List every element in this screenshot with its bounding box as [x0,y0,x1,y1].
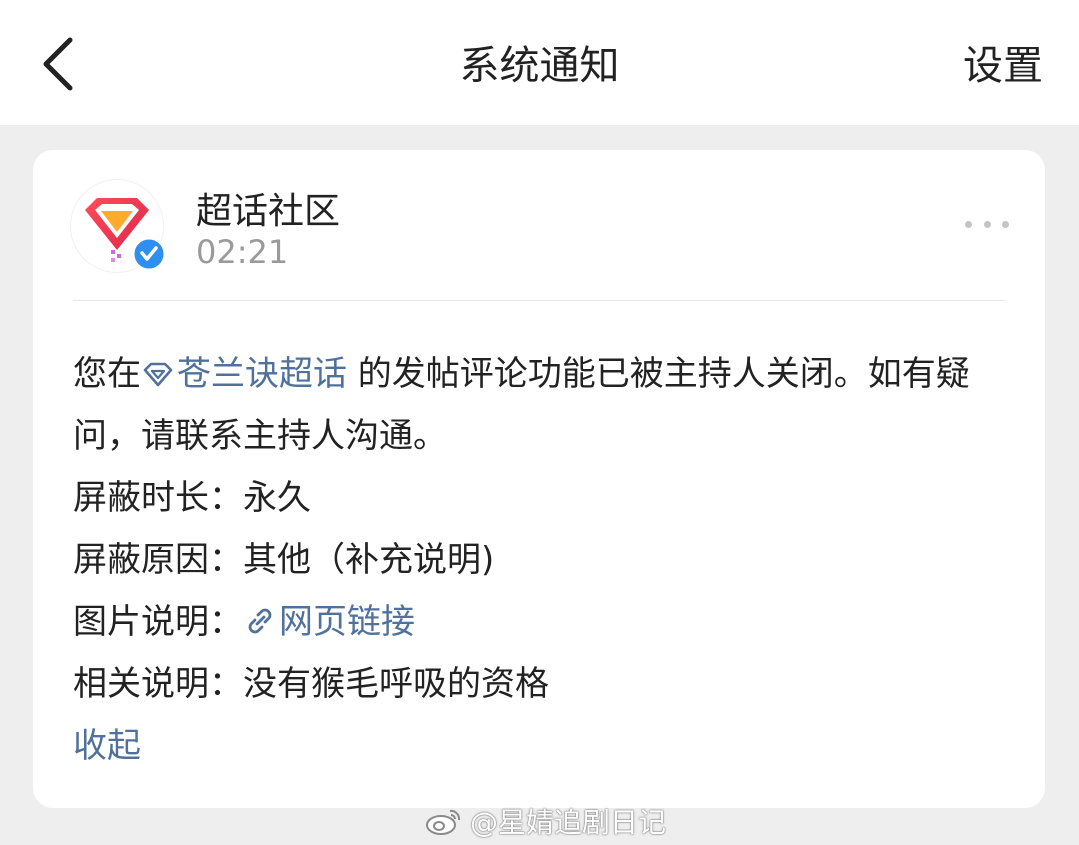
more-dot [1002,220,1009,228]
more-options-button[interactable] [965,214,1009,234]
watermark-text: @星婧追剧日记 [470,806,667,839]
field-label: 屏蔽原因： [73,540,243,580]
field-value: 永久 [243,478,311,518]
topic-link[interactable]: 苍兰诀超话 [141,354,347,394]
chain-link-icon [248,608,272,634]
diamond-icon [143,362,173,387]
notification-body: 您在 苍兰诀超话 的发帖评论功能已被主持人关闭。如有疑问，请联系主持人沟通。 屏蔽… [73,343,1003,777]
field-label: 屏蔽时长： [73,478,243,518]
notification-card: 超话社区 02:21 您在 苍兰诀超话 的发帖评论功能已被主持人关闭。如有疑问，请… [33,150,1045,808]
page-title: 系统通知 [459,43,620,89]
field-reason: 屏蔽原因：其他（补充说明) [73,529,1003,591]
collapse-row: 收起 [73,715,1003,777]
web-link[interactable]: 网页链接 [243,602,415,642]
top-navigation-bar: 系统通知 设置 [0,0,1079,125]
more-dots-icon [965,220,972,228]
watermark: @星婧追剧日记 [424,800,666,842]
field-image-note: 图片说明： 网页链接 [73,591,1003,653]
message-prefix: 您在 [73,354,141,394]
topic-link-label: 苍兰诀超话 [177,354,347,394]
author-name[interactable]: 超话社区 [196,188,340,236]
field-value: 没有猴毛呼吸的资格 [243,664,549,704]
web-link-label: 网页链接 [279,602,415,642]
notification-message: 您在 苍兰诀超话 的发帖评论功能已被主持人关闭。如有疑问，请联系主持人沟通。 [73,343,1003,467]
field-label: 图片说明： [73,602,243,642]
settings-button[interactable]: 设置 [963,38,1043,94]
field-duration: 屏蔽时长：永久 [73,467,1003,529]
divider [73,300,1005,301]
weibo-logo-icon [426,809,461,835]
field-related-note: 相关说明：没有猴毛呼吸的资格 [73,653,1003,715]
more-dot [983,220,991,228]
post-timestamp: 02:21 [196,233,289,271]
collapse-button[interactable]: 收起 [73,726,141,766]
field-value: 其他（补充说明) [243,540,495,580]
verified-check-icon [131,236,167,272]
field-label: 相关说明： [73,664,243,704]
